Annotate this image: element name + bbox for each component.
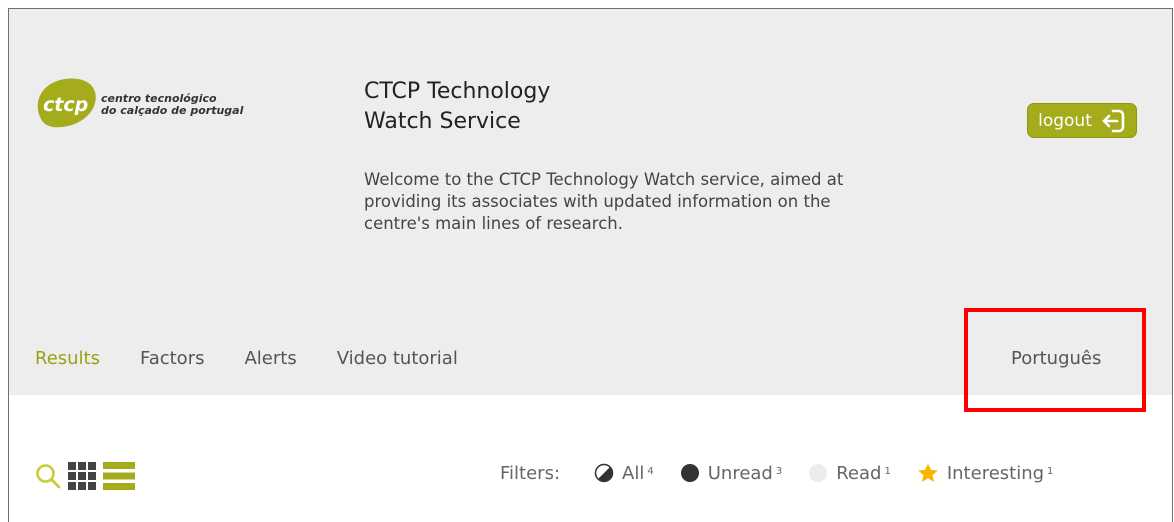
logo-wordmark: centro tecnológico do calçado de portuga… xyxy=(101,93,243,117)
logo-line-2: do calçado de portugal xyxy=(101,104,244,117)
nav-item-alerts[interactable]: Alerts xyxy=(244,348,296,369)
nav-item-factors[interactable]: Factors xyxy=(140,348,204,369)
filter-unread[interactable]: Unread 3 xyxy=(680,462,783,484)
half-circle-icon xyxy=(594,463,614,483)
logout-arrow-icon xyxy=(1102,109,1125,132)
nav-item-video-tutorial[interactable]: Video tutorial xyxy=(337,348,458,369)
main-nav: Results Factors Alerts Video tutorial xyxy=(35,348,458,369)
filter-all-label: All xyxy=(622,462,645,484)
search-icon[interactable] xyxy=(35,463,61,489)
nav-item-results[interactable]: Results xyxy=(35,348,100,369)
list-view-icon[interactable] xyxy=(103,461,135,491)
page-title-line-2: Watch Service xyxy=(364,109,521,134)
filter-all-count: 4 xyxy=(647,465,654,477)
grid-view-icon[interactable] xyxy=(67,461,97,491)
svg-text:ctcp: ctcp xyxy=(43,94,88,116)
empty-circle-icon xyxy=(809,464,828,482)
filter-interesting-label: Interesting xyxy=(946,462,1045,484)
highlight-box xyxy=(964,308,1146,412)
welcome-line-1: Welcome to the CTCP Technology Watch ser… xyxy=(364,170,844,189)
filled-circle-icon xyxy=(680,464,699,482)
filter-read[interactable]: Read 1 xyxy=(808,463,891,484)
logout-button[interactable]: logout xyxy=(1027,103,1137,138)
filter-read-count: 1 xyxy=(884,465,891,477)
logout-label: logout xyxy=(1038,110,1092,131)
filter-unread-label: Unread xyxy=(707,462,773,484)
filter-unread-count: 3 xyxy=(775,465,783,477)
welcome-line-3: centre's main lines of research. xyxy=(364,214,623,233)
welcome-text: Welcome to the CTCP Technology Watch ser… xyxy=(364,169,904,235)
filter-all[interactable]: All 4 xyxy=(594,463,654,484)
ctcp-logo[interactable]: ctcp centro tecnológico do calçado de po… xyxy=(35,75,255,133)
filters-label: Filters: xyxy=(500,462,561,484)
page-title: CTCP Technology Watch Service xyxy=(364,77,550,137)
page-title-line-1: CTCP Technology xyxy=(364,79,551,104)
ctcp-logo-mark: ctcp xyxy=(37,78,96,128)
view-toolbar xyxy=(35,461,135,491)
filter-interesting[interactable]: Interesting 1 xyxy=(917,462,1054,484)
filters-bar: Filters: All 4 Unread 3 Read 1 Interesti… xyxy=(500,462,1053,484)
page-frame: ctcp centro tecnológico do calçado de po… xyxy=(8,8,1173,522)
welcome-line-2: providing its associates with updated in… xyxy=(364,192,831,211)
filter-interesting-count: 1 xyxy=(1047,465,1054,477)
filter-read-label: Read xyxy=(836,462,882,484)
star-icon xyxy=(918,463,938,482)
